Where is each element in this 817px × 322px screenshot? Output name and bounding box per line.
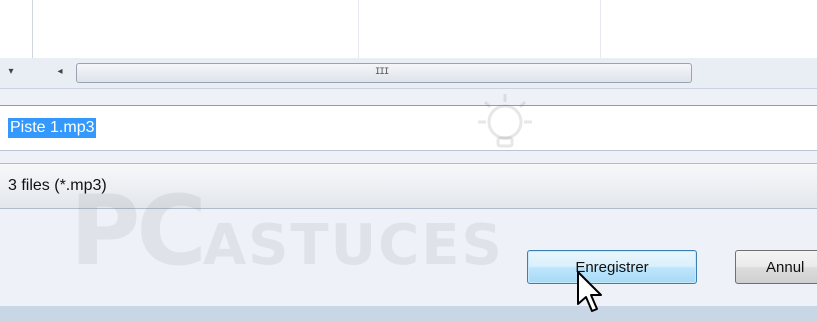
list-divider [32, 0, 33, 58]
cancel-button[interactable]: Annul [735, 250, 817, 284]
horizontal-scrollbar[interactable]: ▾ ◂ III [0, 58, 817, 89]
file-name-value[interactable]: Piste 1.mp3 [8, 118, 97, 138]
file-list[interactable] [0, 0, 817, 59]
save-dialog: ▾ ◂ III Piste 1.mp3 3 files (*.mp3) Enre… [0, 0, 817, 322]
column-divider[interactable] [600, 0, 601, 58]
dialog-bottom-edge [0, 306, 817, 322]
scroll-left-button[interactable]: ◂ [48, 62, 72, 82]
file-type-value[interactable]: 3 files (*.mp3) [8, 176, 107, 196]
scroll-grip-icon: III [375, 67, 389, 77]
watermark-rest: ASTUCES [202, 213, 504, 278]
dropdown-arrow-icon[interactable]: ▾ [6, 64, 16, 80]
file-type-select[interactable]: 3 files (*.mp3) [0, 163, 817, 209]
mouse-pointer-icon [577, 271, 602, 312]
file-name-input[interactable]: Piste 1.mp3 [0, 105, 817, 151]
scroll-thumb[interactable]: III [76, 63, 692, 83]
column-divider[interactable] [358, 0, 359, 58]
save-button[interactable]: Enregistrer [527, 250, 697, 284]
